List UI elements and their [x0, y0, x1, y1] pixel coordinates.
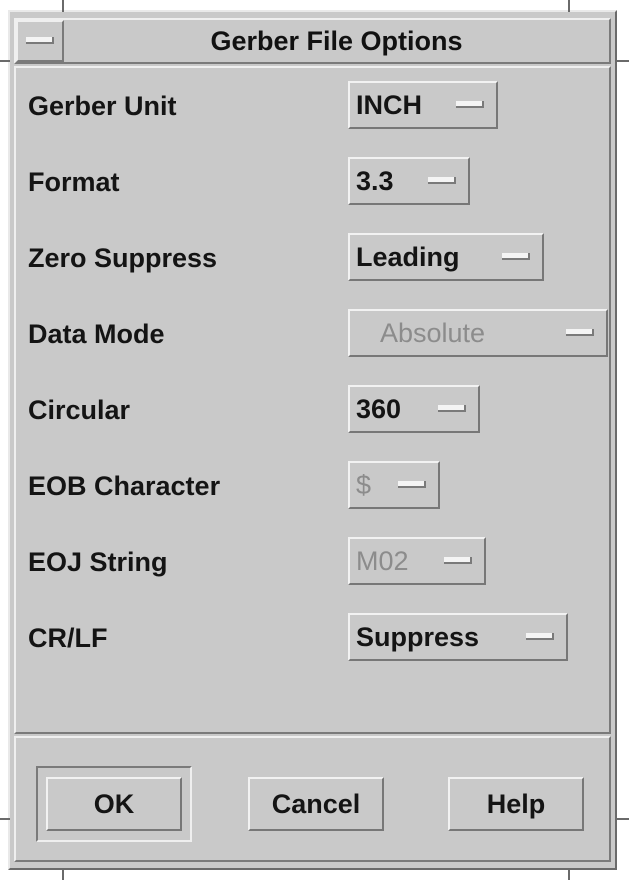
zero-suppress-value: Leading [356, 242, 460, 272]
format-label: Format [28, 167, 120, 197]
eoj-string-value: M02 [356, 546, 409, 576]
data-mode-option-menu: Absolute [348, 309, 608, 357]
frame-corner-mark [0, 818, 10, 820]
zero-suppress-label: Zero Suppress [28, 243, 218, 273]
cr-lf-option-menu[interactable]: Suppress [348, 613, 568, 661]
help-button[interactable]: Help [448, 777, 584, 831]
cancel-button[interactable]: Cancel [248, 777, 384, 831]
cr-lf-label: CR/LF [28, 623, 108, 653]
option-menu-indicator-icon [444, 557, 472, 564]
eob-character-option-menu: $ [348, 461, 440, 509]
data-mode-label: Data Mode [28, 319, 165, 349]
frame-corner-mark [568, 0, 570, 12]
frame-corner-mark [617, 60, 629, 62]
option-menu-indicator-icon [398, 481, 426, 488]
eob-character-value: $ [356, 470, 372, 500]
frame-corner-mark [568, 868, 570, 880]
option-menu-indicator-icon [526, 633, 554, 640]
frame-corner-mark [617, 818, 629, 820]
option-menu-indicator-icon [502, 253, 530, 260]
format-value: 3.3 [356, 166, 394, 196]
frame-corner-mark [62, 0, 64, 12]
frame-corner-mark [0, 60, 10, 62]
window-title: Gerber File Options [210, 26, 463, 56]
gerber-unit-value: INCH [356, 90, 422, 120]
circular-label: Circular [28, 395, 131, 425]
circular-option-menu[interactable]: 360 [348, 385, 480, 433]
option-menu-indicator-icon [566, 329, 594, 336]
frame-corner-mark [62, 868, 64, 880]
cr-lf-value: Suppress [356, 622, 480, 652]
ok-button[interactable]: OK [46, 777, 182, 831]
eoj-string-option-menu: M02 [348, 537, 486, 585]
option-menu-indicator-icon [438, 405, 466, 412]
window-menu-button[interactable] [16, 20, 64, 62]
gerber-unit-option-menu[interactable]: INCH [348, 81, 498, 129]
eob-character-label: EOB Character [28, 471, 221, 501]
window-menu-icon [26, 37, 54, 44]
eoj-string-label: EOJ String [28, 547, 168, 577]
circular-value: 360 [356, 394, 402, 424]
option-menu-indicator-icon [456, 101, 484, 108]
format-option-menu[interactable]: 3.3 [348, 157, 470, 205]
option-menu-indicator-icon [428, 177, 456, 184]
gerber-unit-label: Gerber Unit [28, 91, 177, 121]
data-mode-value: Absolute [380, 318, 486, 348]
zero-suppress-option-menu[interactable]: Leading [348, 233, 544, 281]
